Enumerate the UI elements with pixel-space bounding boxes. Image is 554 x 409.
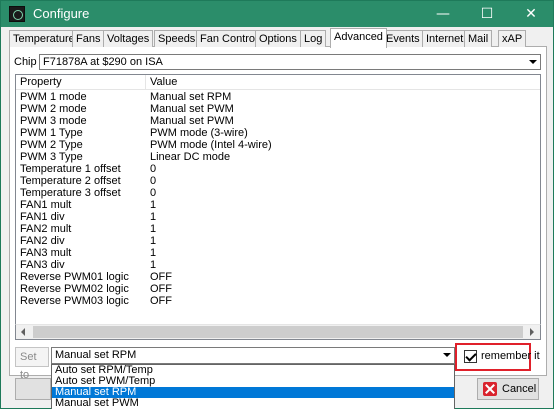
chevron-down-icon[interactable] xyxy=(439,348,454,363)
table-row[interactable]: FAN1 div 1 xyxy=(16,211,540,223)
property-value: 0 xyxy=(150,175,157,187)
chevron-down-icon[interactable] xyxy=(525,55,540,69)
property-value: Linear DC mode xyxy=(150,151,231,163)
property-value: Manual set PWM xyxy=(150,115,234,127)
property-value: 1 xyxy=(150,211,157,223)
property-value: Manual set RPM xyxy=(150,91,232,103)
property-name: Temperature 1 offset xyxy=(20,163,121,175)
table-row[interactable]: FAN2 div 1 xyxy=(16,235,540,247)
property-value: 0 xyxy=(150,163,157,175)
scroll-right-icon[interactable] xyxy=(524,325,540,339)
property-value: Manual set PWM xyxy=(150,103,234,115)
chip-label: Chip xyxy=(14,56,37,68)
set-to-button[interactable]: Set to xyxy=(15,347,49,381)
tab-options[interactable]: Options xyxy=(255,30,301,47)
property-name: PWM 3 Type xyxy=(20,151,83,163)
table-row[interactable]: Temperature 1 offset 0 xyxy=(16,163,540,175)
set-to-dropdown-list: Auto set RPM/Temp Auto set PWM/Temp Manual… xyxy=(51,364,455,409)
scroll-left-icon[interactable] xyxy=(16,325,32,339)
cancel-x-icon xyxy=(483,382,497,396)
table-row[interactable]: FAN3 div 1 xyxy=(16,259,540,271)
property-name: PWM 3 mode xyxy=(20,115,87,127)
table-row[interactable]: PWM 3 mode Manual set PWM xyxy=(16,115,540,127)
configure-window: Configure — ☐ ✕ Temperatures Fans Voltag… xyxy=(0,0,554,409)
table-row[interactable]: Reverse PWM02 logic OFF xyxy=(16,283,540,295)
checkbox-checked-icon[interactable] xyxy=(464,350,477,363)
table-row[interactable]: PWM 1 Type PWM mode (3-wire) xyxy=(16,127,540,139)
remember-label: remember it xyxy=(481,350,540,362)
property-value: 1 xyxy=(150,235,157,247)
minimize-button[interactable]: — xyxy=(421,1,465,27)
set-to-value: Manual set RPM xyxy=(55,349,137,361)
property-name: FAN3 mult xyxy=(20,247,72,259)
tab-events[interactable]: Events xyxy=(382,30,424,47)
table-row[interactable]: PWM 1 mode Manual set RPM xyxy=(16,91,540,103)
property-name: Temperature 3 offset xyxy=(20,187,121,199)
property-name: FAN2 div xyxy=(20,235,65,247)
ok-button[interactable] xyxy=(15,378,51,400)
app-icon xyxy=(9,6,25,22)
property-name: FAN2 mult xyxy=(20,223,72,235)
tab-strip: Temperatures Fans Voltages Speeds Fan Co… xyxy=(9,28,549,48)
property-name: Reverse PWM03 logic xyxy=(20,295,129,307)
table-row[interactable]: Temperature 2 offset 0 xyxy=(16,175,540,187)
scrollbar-thumb[interactable] xyxy=(33,326,523,338)
property-name: PWM 1 Type xyxy=(20,127,83,139)
set-to-combo[interactable]: Manual set RPM xyxy=(51,347,455,364)
property-name: FAN3 div xyxy=(20,259,65,271)
table-row[interactable]: FAN2 mult 1 xyxy=(16,223,540,235)
list-header: Property Value xyxy=(16,75,540,90)
title-bar[interactable]: Configure — ☐ ✕ xyxy=(1,1,553,27)
property-value: PWM mode (3-wire) xyxy=(150,127,248,139)
cancel-button[interactable]: Cancel xyxy=(477,378,539,400)
property-value: 1 xyxy=(150,199,157,211)
property-value: OFF xyxy=(150,295,172,307)
table-row[interactable]: Temperature 3 offset 0 xyxy=(16,187,540,199)
property-value: 1 xyxy=(150,259,157,271)
table-row[interactable]: PWM 2 mode Manual set PWM xyxy=(16,103,540,115)
property-value: OFF xyxy=(150,271,172,283)
column-header-property[interactable]: Property xyxy=(16,75,146,90)
tab-xap[interactable]: xAP xyxy=(498,30,527,47)
property-name: FAN1 div xyxy=(20,211,65,223)
dropdown-option[interactable]: Manual set PWM xyxy=(52,398,454,409)
tab-internet[interactable]: Internet xyxy=(422,30,468,47)
chip-value: F71878A at $290 on ISA xyxy=(43,56,163,68)
tab-log[interactable]: Log xyxy=(300,30,327,47)
property-value: OFF xyxy=(150,283,172,295)
cancel-label: Cancel xyxy=(502,383,537,395)
property-name: Reverse PWM01 logic xyxy=(20,271,129,283)
property-name: Reverse PWM02 logic xyxy=(20,283,129,295)
maximize-button[interactable]: ☐ xyxy=(465,1,509,27)
tab-voltages[interactable]: Voltages xyxy=(103,30,154,47)
property-value: 1 xyxy=(150,223,157,235)
property-name: PWM 2 Type xyxy=(20,139,83,151)
property-value: 1 xyxy=(150,247,157,259)
property-value: PWM mode (Intel 4-wire) xyxy=(150,139,272,151)
table-row[interactable]: FAN3 mult 1 xyxy=(16,247,540,259)
column-header-value[interactable]: Value xyxy=(146,75,526,90)
property-value: 0 xyxy=(150,187,157,199)
horizontal-scrollbar[interactable] xyxy=(15,324,541,340)
property-name: FAN1 mult xyxy=(20,199,72,211)
property-name: PWM 2 mode xyxy=(20,103,87,115)
tab-mail[interactable]: Mail xyxy=(464,30,493,47)
window-title: Configure xyxy=(33,6,90,21)
tab-fan-control[interactable]: Fan Control xyxy=(196,30,262,47)
table-row[interactable]: PWM 2 Type PWM mode (Intel 4-wire) xyxy=(16,139,540,151)
table-row[interactable]: FAN1 mult 1 xyxy=(16,199,540,211)
table-row[interactable]: PWM 3 Type Linear DC mode xyxy=(16,151,540,163)
property-list[interactable]: Property Value PWM 1 mode Manual set RPM P… xyxy=(15,74,541,340)
chip-select[interactable]: F71878A at $290 on ISA xyxy=(39,54,541,70)
property-name: PWM 1 mode xyxy=(20,91,87,103)
table-row[interactable]: Reverse PWM01 logic OFF xyxy=(16,271,540,283)
tab-fans[interactable]: Fans xyxy=(72,30,105,47)
property-name: Temperature 2 offset xyxy=(20,175,121,187)
close-button[interactable]: ✕ xyxy=(509,1,553,27)
table-row[interactable]: Reverse PWM03 logic OFF xyxy=(16,295,540,307)
tab-advanced[interactable]: Advanced xyxy=(330,28,387,48)
tab-speeds[interactable]: Speeds xyxy=(154,30,200,47)
list-rows: PWM 1 mode Manual set RPM PWM 2 mode Manual… xyxy=(16,91,540,307)
